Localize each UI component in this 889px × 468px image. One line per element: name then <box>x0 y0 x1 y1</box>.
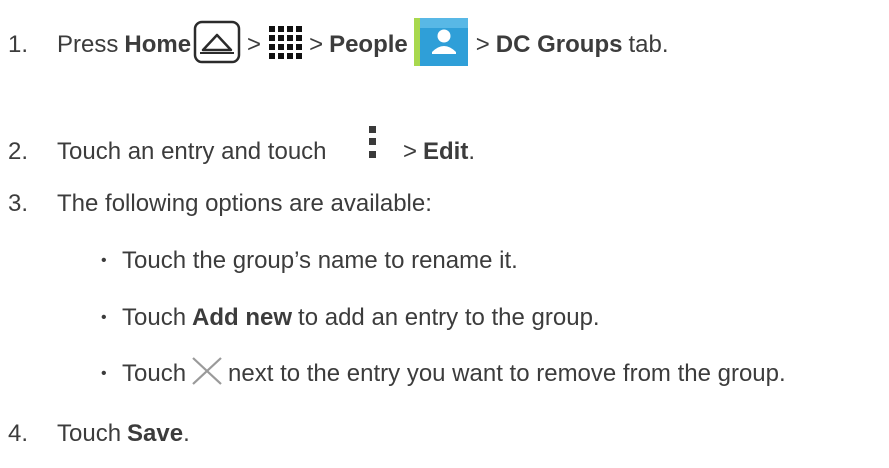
save-label: Save <box>127 420 184 447</box>
bullet-text: Touch <box>122 360 187 387</box>
step-text: Press <box>57 31 119 58</box>
edit-label: Edit <box>423 138 469 165</box>
step-number: 1. <box>8 31 29 58</box>
step-number: 2. <box>8 138 29 165</box>
step-number: 3. <box>8 190 29 217</box>
add-new-label: Add new <box>192 304 293 331</box>
separator: > <box>475 31 490 58</box>
menu-overflow-icon <box>367 124 379 173</box>
separator: > <box>247 31 262 58</box>
bullet-text: Touch the group’s name to rename it. <box>122 247 518 274</box>
period: . <box>183 420 190 447</box>
people-label: People <box>329 31 408 58</box>
bullet-dot: • <box>101 309 107 326</box>
close-x-icon <box>190 354 224 395</box>
people-app-icon <box>413 16 470 75</box>
bullet-text: to add an entry to the group. <box>298 304 600 331</box>
home-label: Home <box>124 31 192 58</box>
step-text: The following options are available: <box>57 190 432 217</box>
bullet-dot: • <box>101 365 107 382</box>
home-icon <box>193 20 241 71</box>
step-text: tab. <box>628 31 669 58</box>
step-number: 4. <box>8 420 29 447</box>
step-text: Touch an entry and touch <box>57 138 327 165</box>
bullet-dot: • <box>101 252 107 269</box>
separator: > <box>309 31 324 58</box>
separator: > <box>403 138 418 165</box>
bullet-text: Touch <box>122 304 187 331</box>
step-text: Touch <box>57 420 122 447</box>
apps-grid-icon <box>267 24 303 67</box>
bullet-text: next to the entry you want to remove fro… <box>228 360 786 387</box>
period: . <box>468 138 476 165</box>
dc-groups-label: DC Groups <box>495 31 623 58</box>
